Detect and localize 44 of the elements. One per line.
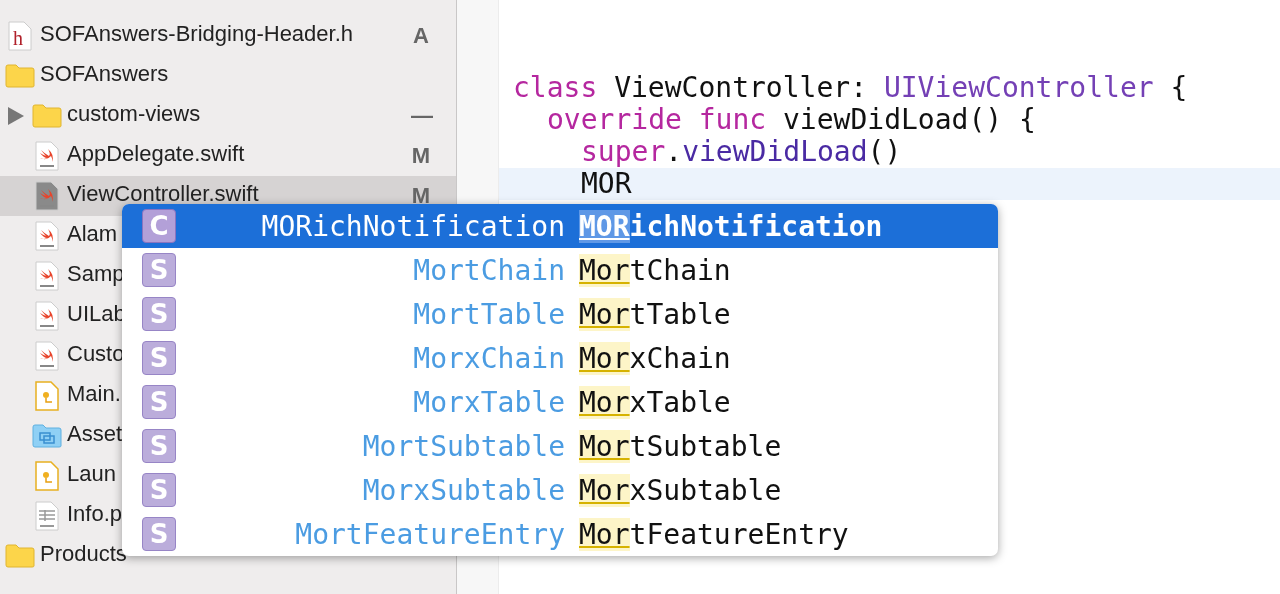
completion-name: MorxSubtable [579,473,782,507]
file-name: Asset [67,421,123,447]
symbol-kind-icon: S [142,341,176,375]
return-type: MortTable [412,297,565,331]
symbol-kind-icon: S [142,385,176,419]
source-control-status: M [411,143,431,169]
symbol-kind-icon: S [142,253,176,287]
file-name: Laun [67,461,116,487]
completion-name: MorxChain [579,341,731,375]
source-control-status: — [411,103,431,129]
source-control-status: A [412,23,430,49]
code-line: super.viewDidLoad() [581,136,902,168]
file-name: ViewController.swift [67,181,259,207]
header-file-icon: h [8,21,32,51]
file-name: Info.p [67,501,123,527]
symbol-kind-icon: S [142,429,176,463]
file-name: SOFAnswers-Bridging-Header.h [40,21,354,47]
return-type: MortFeatureEntry [294,517,565,551]
symbol-kind-icon: S [142,517,176,551]
return-type: MorxSubtable [361,473,565,507]
completion-name: MORichNotification [579,209,883,243]
completion-name: MortSubtable [579,429,782,463]
code-line: override func viewDidLoad() { [547,104,1036,136]
return-type: MorxChain [412,341,565,375]
file-name: SOFAnswers [40,61,169,87]
symbol-kind-icon: S [142,473,176,507]
file-name: custom-views [67,101,201,127]
file-name: Custo [67,341,125,367]
symbol-kind-icon: S [142,297,176,331]
code-line: MOR [581,168,632,200]
file-name: Alam [67,221,118,247]
completion-name: MorxTable [579,385,731,419]
file-name: AppDelegate.swift [67,141,245,167]
completion-name: MortFeatureEntry [579,517,849,551]
file-name: Samp [67,261,125,287]
file-name: Products [40,541,127,567]
symbol-kind-icon: C [142,209,176,243]
completion-name: MortChain [579,253,731,287]
completion-name: MortTable [579,297,731,331]
return-type: MorxTable [412,385,565,419]
return-type: MortChain [412,253,565,287]
return-type: MortSubtable [361,429,565,463]
file-name: Main. [67,381,121,407]
code-line: class ViewController: UIViewController { [513,72,1188,104]
